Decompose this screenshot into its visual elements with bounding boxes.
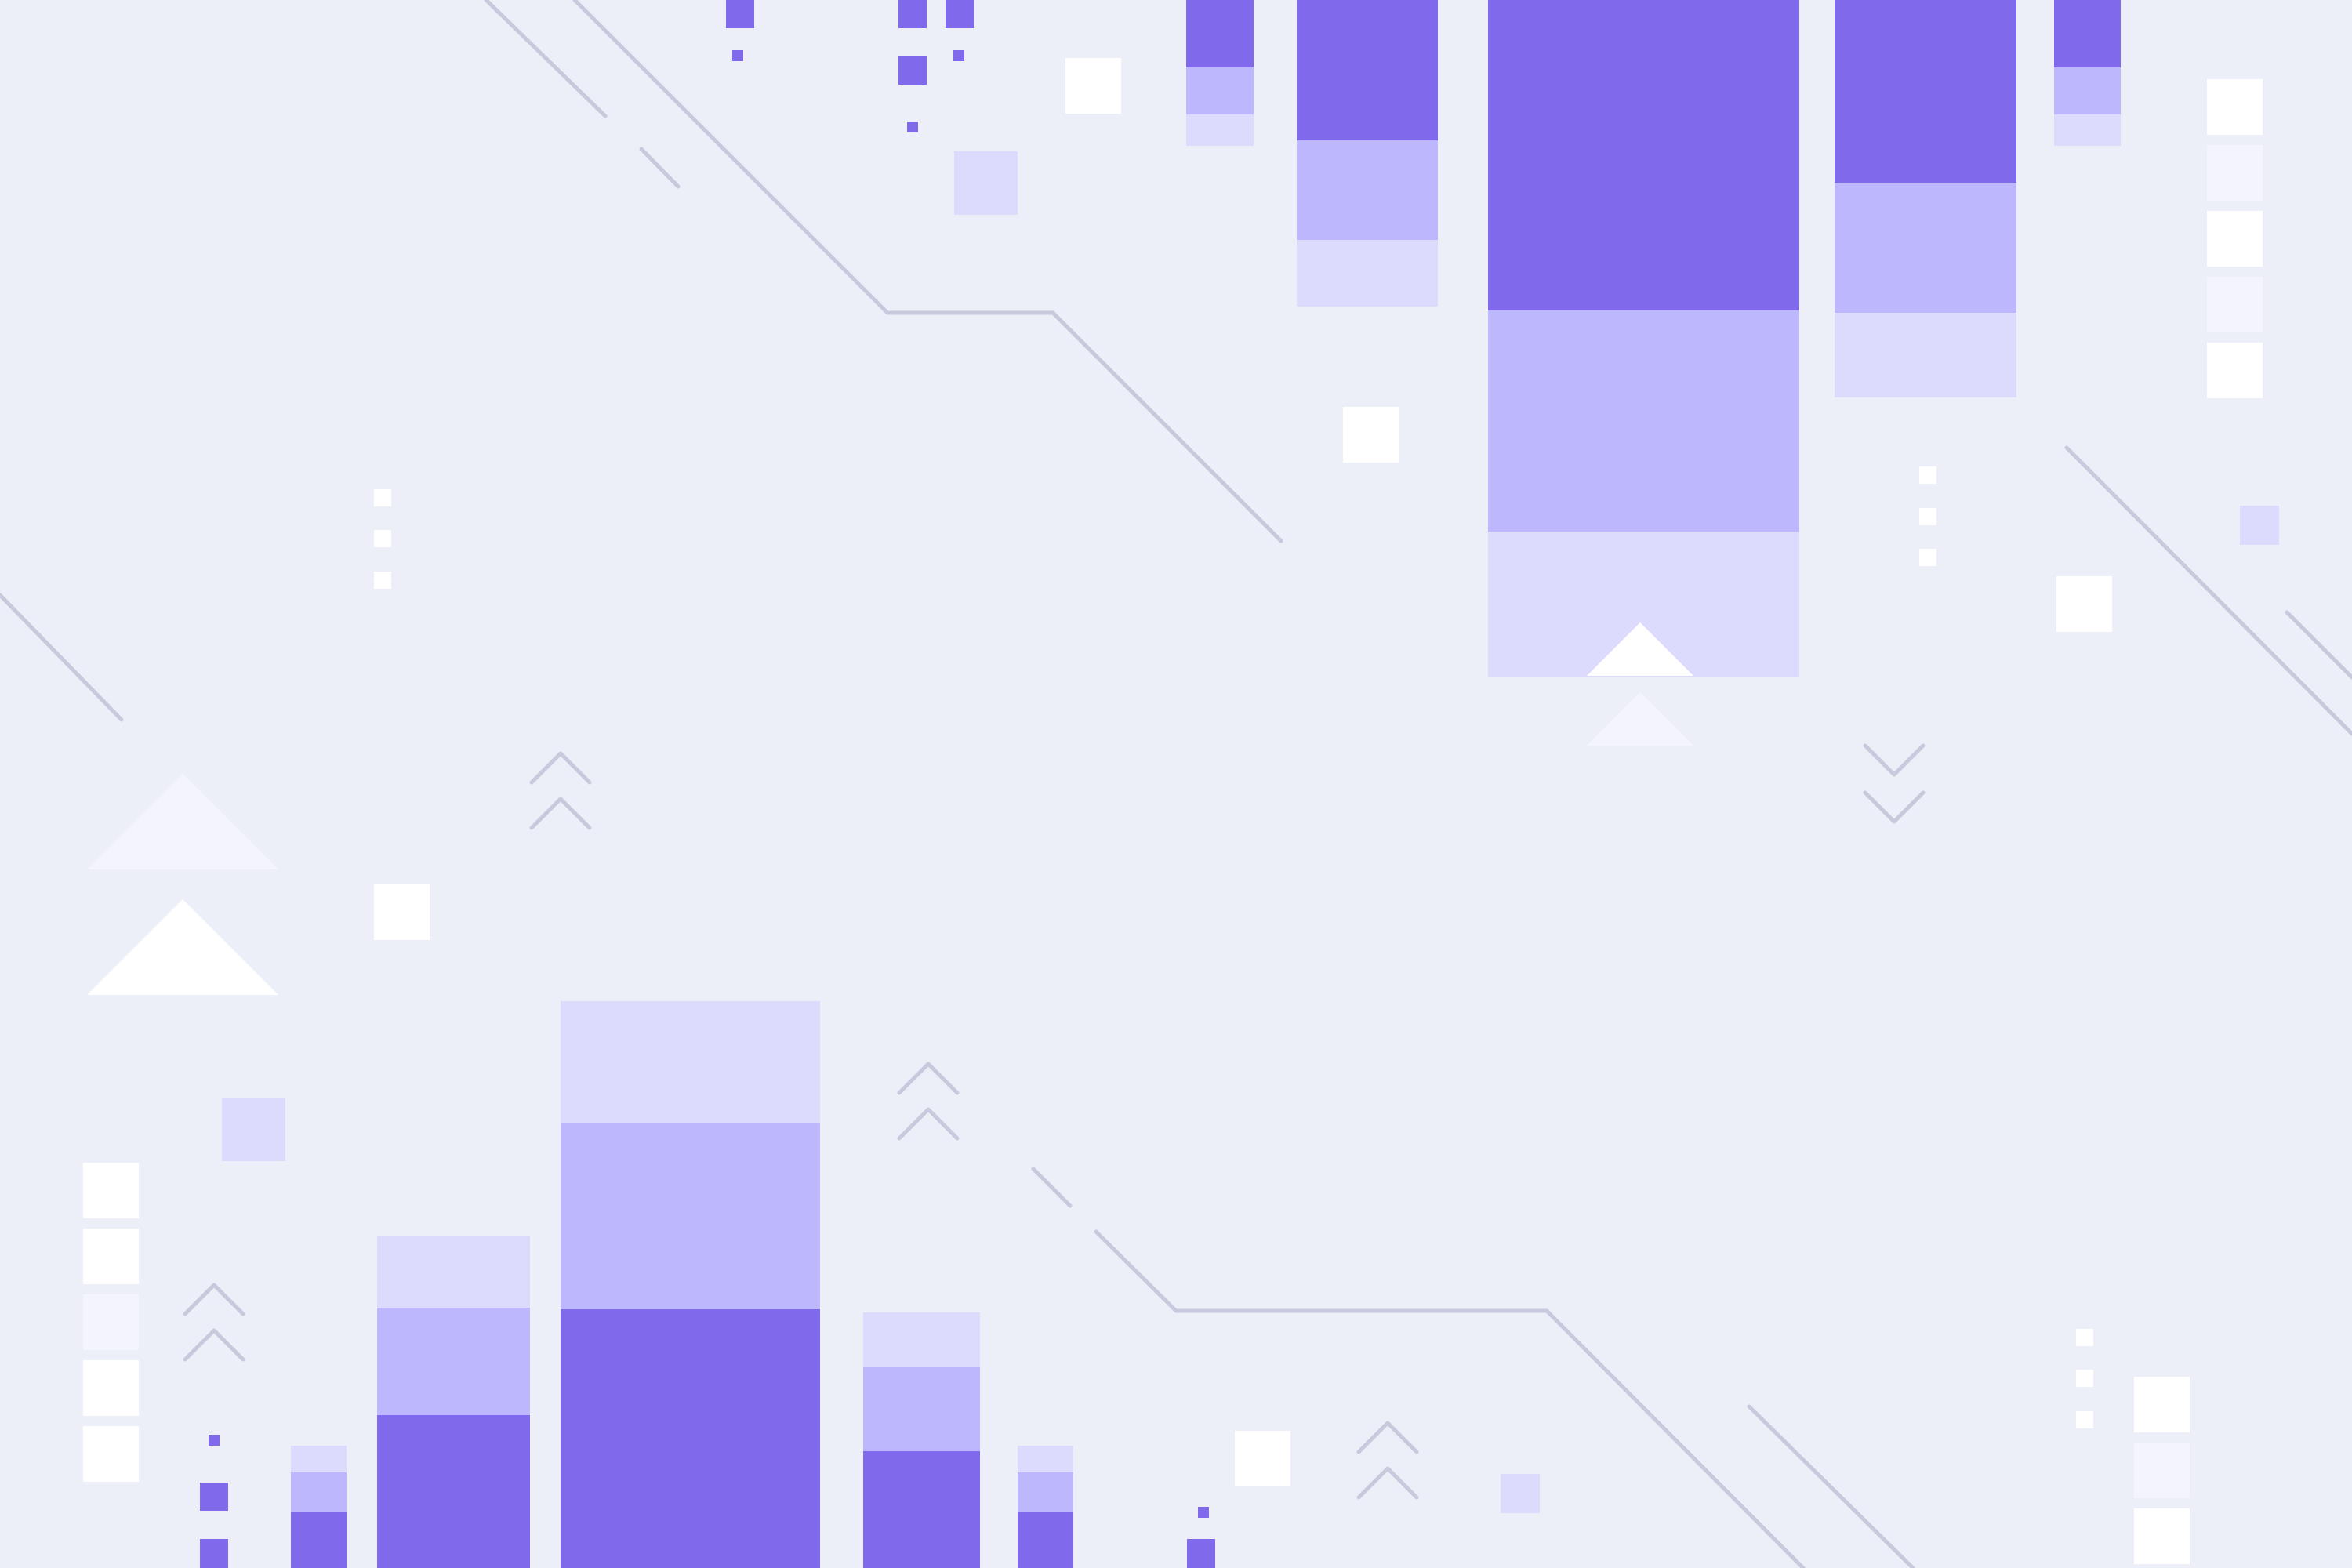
- square-icon: [2076, 1370, 2093, 1387]
- bar-segment: [1297, 240, 1438, 307]
- bar-segment: [1488, 0, 1799, 310]
- square-icon: [83, 1294, 139, 1350]
- square-icon: [732, 50, 743, 61]
- square-icon: [898, 0, 927, 28]
- bar-segment: [1186, 67, 1254, 114]
- square-icon: [2134, 1443, 2190, 1498]
- bar-segment: [2054, 0, 2121, 67]
- square-icon: [83, 1360, 139, 1416]
- bar-segment: [1297, 0, 1438, 140]
- bar-segment: [2054, 67, 2121, 114]
- square-icon: [954, 151, 1018, 215]
- bar-segment: [1186, 0, 1254, 67]
- bar-segment: [377, 1308, 530, 1415]
- bar-segment: [1297, 140, 1438, 240]
- square-icon: [2134, 1377, 2190, 1432]
- square-icon: [2076, 1329, 2093, 1346]
- bar-segment: [561, 1123, 820, 1309]
- square-icon: [726, 0, 754, 28]
- bar-segment: [291, 1446, 347, 1472]
- square-icon: [83, 1426, 139, 1482]
- square-icon: [1919, 466, 1936, 484]
- square-icon: [907, 122, 918, 132]
- square-icon: [374, 572, 391, 589]
- square-icon: [1919, 508, 1936, 525]
- bar-segment: [377, 1415, 530, 1568]
- square-icon: [953, 50, 964, 61]
- bar-segment: [291, 1472, 347, 1512]
- square-icon: [209, 1435, 220, 1446]
- square-icon: [2207, 211, 2263, 267]
- bar-segment: [863, 1312, 980, 1367]
- square-icon: [83, 1229, 139, 1284]
- abstract-background: [0, 0, 2352, 1568]
- square-icon: [1235, 1431, 1290, 1486]
- square-icon: [374, 884, 430, 940]
- bar-segment: [1835, 0, 2016, 183]
- square-icon: [83, 1163, 139, 1218]
- square-icon: [2056, 576, 2112, 632]
- square-icon: [2134, 1508, 2190, 1564]
- square-icon: [1919, 549, 1936, 566]
- square-icon: [2207, 343, 2263, 398]
- bar-segment: [2054, 114, 2121, 146]
- square-icon: [2207, 145, 2263, 201]
- square-icon: [1187, 1539, 1215, 1568]
- bar-segment: [1018, 1472, 1073, 1512]
- bar-segment: [1835, 183, 2016, 313]
- bar-segment: [863, 1451, 980, 1568]
- bar-segment: [561, 1309, 820, 1568]
- bar-segment: [1186, 114, 1254, 146]
- square-icon: [2207, 79, 2263, 135]
- square-icon: [2240, 506, 2279, 545]
- bar-segment: [1018, 1446, 1073, 1472]
- bar-segment: [1835, 313, 2016, 397]
- square-icon: [374, 530, 391, 547]
- square-icon: [1501, 1474, 1540, 1513]
- square-icon: [374, 489, 391, 506]
- bar-segment: [1018, 1512, 1073, 1568]
- square-icon: [200, 1539, 228, 1568]
- square-icon: [222, 1098, 285, 1161]
- square-icon: [898, 56, 927, 85]
- square-icon: [2207, 277, 2263, 332]
- bar-segment: [291, 1512, 347, 1568]
- square-icon: [1343, 407, 1399, 463]
- bar-segment: [377, 1236, 530, 1308]
- square-icon: [946, 0, 974, 28]
- bar-segment: [561, 1001, 820, 1123]
- square-icon: [1065, 58, 1121, 114]
- square-icon: [200, 1483, 228, 1511]
- square-icon: [2076, 1411, 2093, 1428]
- bar-segment: [1488, 310, 1799, 532]
- bar-segment: [863, 1367, 980, 1451]
- square-icon: [1198, 1507, 1209, 1518]
